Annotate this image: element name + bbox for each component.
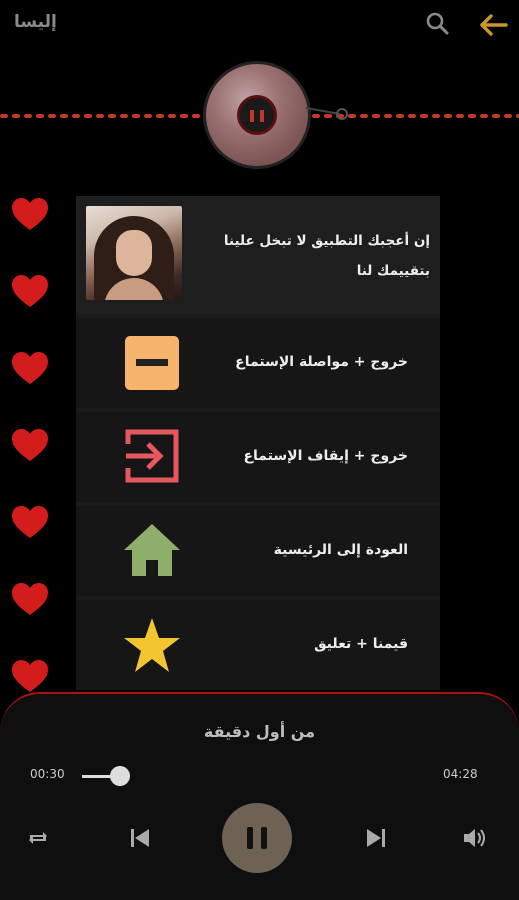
disc-center bbox=[237, 95, 277, 135]
heart-icon[interactable] bbox=[12, 506, 48, 540]
avatar-face bbox=[116, 230, 152, 276]
heart-icon[interactable] bbox=[12, 352, 48, 386]
back-arrow-icon[interactable] bbox=[478, 12, 508, 38]
app-title: إليسا bbox=[14, 12, 57, 32]
previous-icon[interactable] bbox=[128, 826, 152, 850]
next-icon[interactable] bbox=[364, 826, 388, 850]
menu-item-label: قيمنا + تعليق bbox=[314, 636, 408, 652]
menu-item-home[interactable]: العودة إلى الرئيسية bbox=[76, 506, 440, 596]
heart-icon[interactable] bbox=[12, 660, 48, 694]
pause-icon-bar bbox=[261, 827, 267, 849]
menu-item-label: خروج + إيقاف الإستماع bbox=[243, 448, 408, 464]
rate-message: إن أعجبك التطبيق لا تبخل علينا بتقييمك ل… bbox=[223, 233, 430, 279]
pause-icon bbox=[247, 827, 253, 849]
exit-icon bbox=[125, 429, 179, 483]
home-icon bbox=[124, 524, 180, 576]
menu-item-label: خروج + مواصلة الإستماع bbox=[235, 354, 408, 370]
pause-button[interactable] bbox=[222, 803, 292, 873]
minus-box-icon bbox=[125, 336, 179, 390]
disc-bar-right bbox=[260, 110, 264, 122]
artist-avatar bbox=[86, 206, 182, 300]
heart-icon[interactable] bbox=[12, 429, 48, 463]
heart-icon[interactable] bbox=[12, 198, 48, 232]
rate-message-row: إن أعجبك التطبيق لا تبخل علينا بتقييمك ل… bbox=[76, 196, 440, 314]
menu-item-label: العودة إلى الرئيسية bbox=[273, 542, 408, 558]
search-icon[interactable] bbox=[424, 10, 452, 38]
volume-icon[interactable] bbox=[462, 826, 488, 850]
exit-dialog: إن أعجبك التطبيق لا تبخل علينا بتقييمك ل… bbox=[76, 196, 440, 690]
tonearm bbox=[306, 107, 348, 120]
top-bar: إليسا bbox=[0, 0, 519, 50]
menu-item-exit-continue[interactable]: خروج + مواصلة الإستماع bbox=[76, 318, 440, 408]
menu-item-rate-comment[interactable]: قيمنا + تعليق bbox=[76, 600, 440, 690]
hearts-column bbox=[12, 198, 52, 737]
seek-thumb[interactable] bbox=[110, 766, 130, 786]
heart-icon[interactable] bbox=[12, 275, 48, 309]
disc-bar-left bbox=[250, 110, 254, 122]
heart-icon[interactable] bbox=[12, 583, 48, 617]
total-time: 04:28 bbox=[443, 767, 478, 781]
album-disc bbox=[206, 64, 308, 166]
repeat-icon[interactable] bbox=[26, 826, 50, 850]
menu-item-exit-stop[interactable]: خروج + إيقاف الإستماع bbox=[76, 412, 440, 502]
current-time: 00:30 bbox=[30, 767, 65, 781]
song-title: من أول دقيقة bbox=[203, 722, 316, 741]
star-icon bbox=[124, 618, 180, 672]
